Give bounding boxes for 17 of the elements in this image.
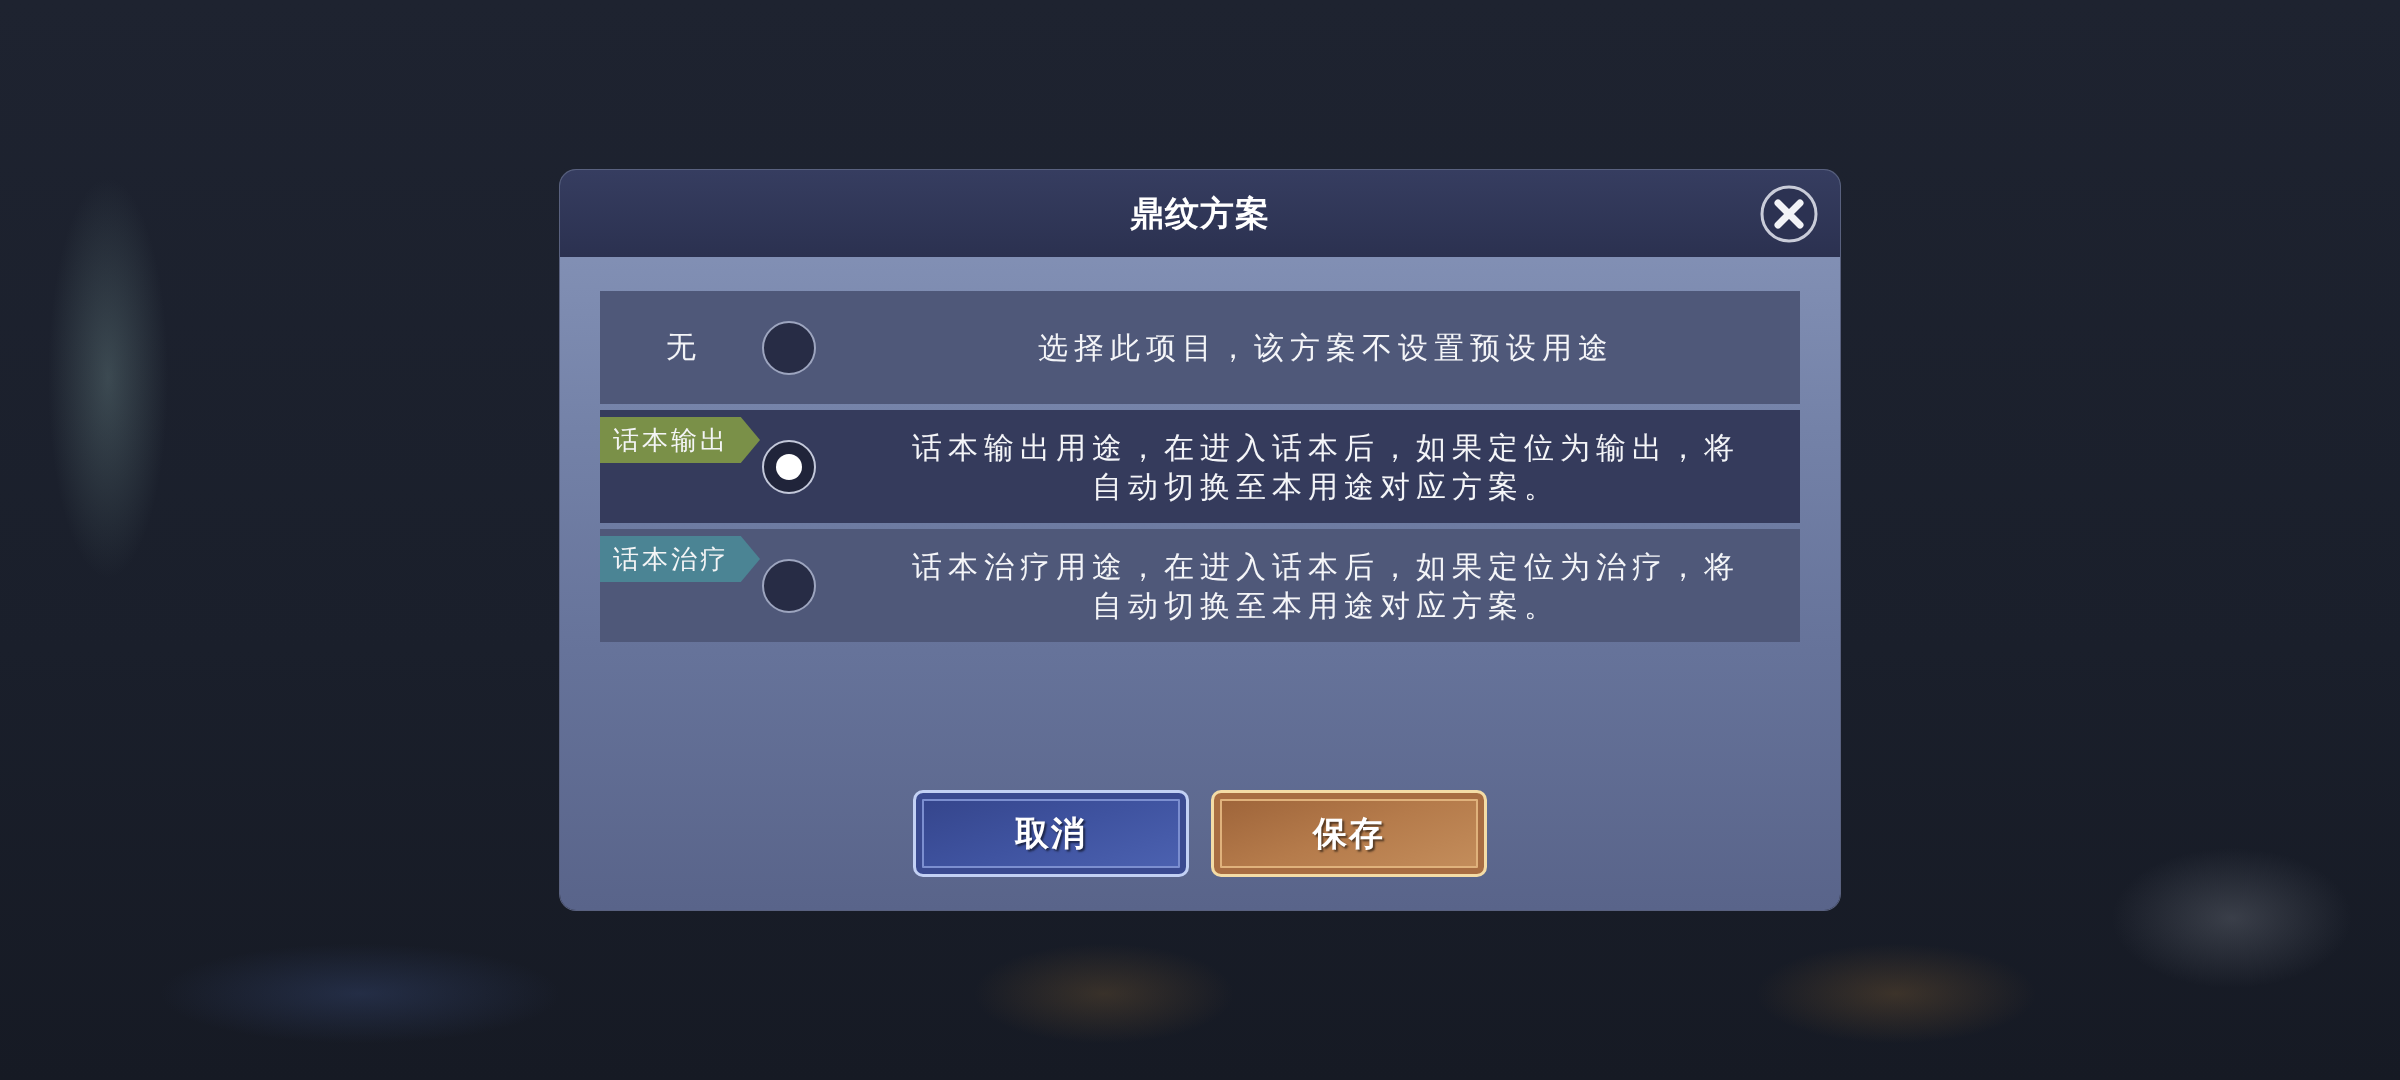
save-button[interactable]: 保存: [1211, 790, 1487, 877]
dialog-title: 鼎纹方案: [1130, 191, 1270, 235]
radio-button[interactable]: [762, 320, 816, 375]
ribbon-tag: 话本输出: [600, 417, 760, 463]
option-row[interactable]: 话本输出 话本输出用途，在进入话本后，如果定位为输出，将自动切换至本用途对应方案。: [600, 410, 1800, 523]
option-row[interactable]: 无 选择此项目，该方案不设置预设用途: [600, 291, 1800, 404]
option-description: 话本治疗用途，在进入话本后，如果定位为治疗，将自动切换至本用途对应方案。: [911, 547, 1741, 625]
option-description: 选择此项目，该方案不设置预设用途: [1038, 329, 1614, 367]
radio-button[interactable]: [762, 558, 816, 613]
close-button[interactable]: [1760, 184, 1818, 243]
cancel-button[interactable]: 取消: [913, 790, 1189, 877]
option-label: 无: [666, 328, 696, 366]
ribbon-tag: 话本治疗: [600, 536, 760, 582]
radio-button[interactable]: [762, 439, 816, 494]
close-icon: [1760, 184, 1818, 243]
option-row[interactable]: 话本治疗 话本治疗用途，在进入话本后，如果定位为治疗，将自动切换至本用途对应方案。: [600, 529, 1800, 642]
option-description: 话本输出用途，在进入话本后，如果定位为输出，将自动切换至本用途对应方案。: [911, 428, 1741, 506]
